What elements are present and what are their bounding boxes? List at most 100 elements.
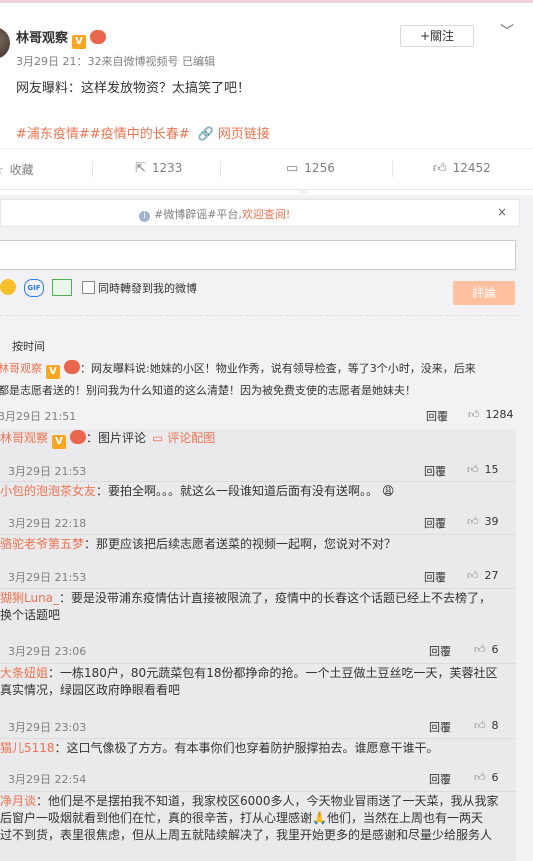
web-link-label: 网页链接 [217,127,270,142]
comment-input[interactable] [0,240,516,270]
repost-count: 1233 [151,161,183,175]
notice-link[interactable]: 欢迎查阅! [242,208,290,221]
comment-button[interactable]: ▭ 1256 [286,161,335,176]
like-count: 6 [491,771,499,784]
sub-comments: 林哥观察 V ：图片评论 ▭ 评论配图 3月29日 21:53 回覆 👍︎ 15 小包的… [0,429,516,861]
comment-area: i #微博辟谣#平台,欢迎查阅! × GIF 同時轉發到我的微博 評論 按时间 林… [0,195,533,861]
comment-line: 小包的泡泡茶女友：要拍全啊。。。就这么一段谁知道后面有没有送啊。。 😩 [0,482,516,499]
comment-author[interactable]: 大条妞姐 [0,666,48,680]
image-link-label: 评论配图 [167,431,216,445]
comment-time: 3月29日 21:51 [0,410,77,423]
like-count: 15 [484,463,499,476]
divider [220,161,221,177]
close-icon[interactable]: × [497,205,507,219]
comment-author[interactable]: 林哥观察 [0,362,42,375]
notice-text: i #微博辟谣#平台,欢迎查阅! [139,206,290,222]
emoji-icon[interactable] [0,279,16,295]
reply-button[interactable]: 回覆 [424,515,446,531]
topic-link-pudong[interactable]: #浦东疫情# [16,127,90,142]
divider [92,161,93,177]
image-link[interactable]: ▭ 评论配图 [152,431,215,445]
comment-time: 3月29日 22:18 [8,517,87,530]
comment-icon: ▭ [286,161,299,176]
comment-line: 都是志愿者送的！别问我为什么知道的这么清楚！因为被免费支使的志愿者是她妹夫！ [0,384,416,397]
sub-comment: 猫儿5118：这口气像极了方方。有本事你们也穿着防护服撑拍去。谁愿意干谁干。 3… [0,739,516,792]
like-count: 39 [484,515,499,528]
reply-button[interactable]: 回覆 [424,569,446,585]
author-name[interactable]: 林哥观察 [16,31,68,46]
comment-author[interactable]: 林哥观察 [0,431,48,445]
sub-comment: 猢猁Luna_：要是没带浦东疫情估计直接被限流了，疫情中的长春这个话题已经上不去… [0,589,516,664]
repost-button[interactable]: ⇱ 1233 [135,161,182,176]
like-button[interactable]: 👍︎ 12452 [433,161,491,176]
comment-like-button[interactable]: 👍︎ 6 [474,643,499,656]
link-icon: 🔗 [197,127,214,142]
thumb-up-icon: 👍︎ [467,569,479,582]
divider [392,161,393,177]
vip-level-icon [90,30,107,44]
thumb-up-icon: 👍︎ [467,463,479,476]
comment-time: 3月29日 21:53 [8,571,87,584]
post-meta: 3月29日 21：32来自微博视频号 已编辑 [16,55,215,68]
image-icon[interactable] [52,279,72,296]
comment-line: 过不到货，表里很焦虑，但从上周五就陆续解决了，我里开始更多的是感谢和尽量少给服务… [0,828,493,842]
comment-author[interactable]: 猢猁Luna_ [0,591,59,605]
gif-icon[interactable]: GIF [24,279,44,297]
comment-author[interactable]: 小包的泡泡茶女友 [0,484,96,498]
comment-author[interactable]: 净月谈 [0,794,36,808]
sub-comment: 骆驼老爷第五梦：那更应该把后续志愿者送菜的视频一起啊，您说对不对？ 3月29日 … [0,535,516,589]
comment-like-button[interactable]: 👍︎ 8 [474,719,499,732]
collect-label: 收藏 [9,163,34,177]
vip-level-icon [70,430,87,444]
web-link[interactable]: 🔗 网页链接 [198,127,270,142]
like-count: 8 [491,719,499,732]
reply-button[interactable]: 回覆 [426,408,448,424]
comment-line: 净月谈：他们是不是摆拍我不知道，我家校区6000多人，今天物业冒雨送了一天菜，我… [0,792,533,809]
comment-time: 3月29日 21:53 [8,465,87,478]
topic-link-changchun[interactable]: #疫情中的长春# [90,127,190,142]
comment-line: 骆驼老爷第五梦：那更应该把后续志愿者送菜的视频一起啊，您说对不对？ [0,535,516,552]
like-count: 27 [484,569,499,582]
reply-button[interactable]: 回覆 [429,643,451,659]
collect-button[interactable]: ☆ 收藏 [0,161,34,178]
comment-text: ：他们是不是摆拍我不知道，我家校区6000多人，今天物业冒雨送了一天菜，我从我家 [36,794,499,808]
verified-badge-icon: V [72,35,87,49]
post-author[interactable]: 林哥观察 V [16,27,107,49]
comment-line: 真实情况，绿园区政府睁眼看看吧 [0,683,181,697]
sort-by-time[interactable]: 按时间 [12,338,45,354]
reply-button[interactable]: 回覆 [424,463,446,479]
thumb-up-icon: 👍︎ [433,161,447,176]
comment-like-button[interactable]: 👍︎ 39 [467,515,499,528]
comment-line: 猢猁Luna_：要是没带浦东疫情估计直接被限流了，疫情中的长春这个话题已经上不去… [0,589,516,606]
comment-text: ：图片评论 [86,431,147,445]
submit-button[interactable]: 評論 [453,281,515,305]
like-count: 6 [491,643,499,656]
reply-button[interactable]: 回覆 [429,771,451,787]
comment-time: 3月29日 23:06 [8,645,87,658]
forward-checkbox[interactable] [82,281,95,294]
post-topics: #浦东疫情##疫情中的长春# 🔗 网页链接 [16,123,270,142]
thumb-up-icon: 👍︎ [474,719,486,732]
comment-time: 3月29日 22:54 [8,773,87,786]
like-count: 12452 [452,161,491,175]
notice-prefix[interactable]: #微博辟谣#平台, [154,208,242,221]
comment-text: ：网友曝料说:她妹的小区！物业作秀，说有领导检查，等了3个小时，没来，后来 [80,362,476,375]
chevron-down-icon[interactable]: ﹀ [500,21,514,41]
comment-line: 猫儿5118：这口气像极了方方。有本事你们也穿着防护服撑拍去。谁愿意干谁干。 [0,739,516,756]
reply-button[interactable]: 回覆 [429,719,451,735]
avatar[interactable] [0,27,10,59]
comment-like-button[interactable]: 👍︎ 15 [467,463,499,476]
vip-level-icon [64,360,80,374]
follow-button[interactable]: +關注 [400,25,474,47]
comment-count: 1256 [304,161,335,175]
comment-author[interactable]: 猫儿5118 [0,741,55,755]
comment-text: ：这口气像极了方方。有本事你们也穿着防护服撑拍去。谁愿意干谁干。 [54,741,439,755]
comment-like-button[interactable]: 👍︎ 1284 [468,408,514,421]
comment-author[interactable]: 骆驼老爷第五梦 [0,537,84,551]
thumb-up-icon: 👍︎ [468,408,480,421]
comment-like-button[interactable]: 👍︎ 27 [467,569,499,582]
comment-text: ：要是没带浦东疫情估计直接被限流了，疫情中的长春这个话题已经上不去榜了， [59,591,492,605]
comment-like-button[interactable]: 👍︎ 6 [474,771,499,784]
sub-comment: 小包的泡泡茶女友：要拍全啊。。。就这么一段谁知道后面有没有送啊。。 😩 3月29… [0,482,516,535]
info-icon: i [139,211,150,222]
